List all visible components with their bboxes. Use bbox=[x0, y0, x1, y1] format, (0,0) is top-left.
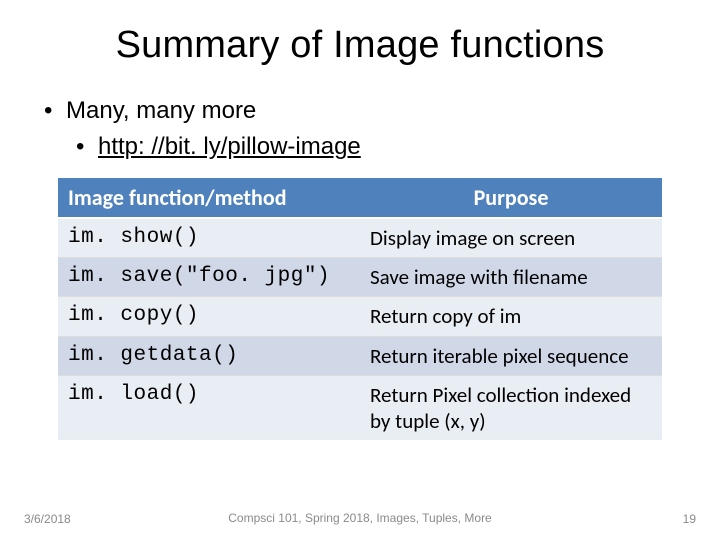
bullet-text: Many, many more bbox=[66, 97, 256, 124]
table-row: im. copy() Return copy of im bbox=[58, 297, 662, 336]
footer: 3/6/2018 Compsci 101, Spring 2018, Image… bbox=[0, 512, 720, 526]
table-header-row: Image function/method Purpose bbox=[58, 178, 662, 218]
cell-fn: im. show() bbox=[58, 218, 360, 258]
functions-table: Image function/method Purpose im. show()… bbox=[58, 178, 662, 441]
table-row: im. getdata() Return iterable pixel sequ… bbox=[58, 336, 662, 375]
cell-purpose: Return Pixel collection indexed by tuple… bbox=[360, 375, 662, 440]
cell-fn: im. load() bbox=[58, 375, 360, 440]
footer-date: 3/6/2018 bbox=[24, 512, 71, 526]
table-row: im. load() Return Pixel collection index… bbox=[58, 375, 662, 440]
footer-center: Compsci 101, Spring 2018, Images, Tuples… bbox=[0, 511, 720, 526]
cell-fn: im. getdata() bbox=[58, 336, 360, 375]
th-function: Image function/method bbox=[58, 178, 360, 218]
bullet-level2: http: //bit. ly/pillow-image bbox=[76, 131, 682, 163]
bullet-list: Many, many more http: //bit. ly/pillow-i… bbox=[44, 95, 682, 164]
cell-fn: im. copy() bbox=[58, 297, 360, 336]
link-pillow-image[interactable]: http: //bit. ly/pillow-image bbox=[98, 133, 361, 160]
page-title: Summary of Image functions bbox=[38, 24, 682, 67]
cell-purpose: Save image with filename bbox=[360, 258, 662, 297]
functions-table-wrap: Image function/method Purpose im. show()… bbox=[58, 178, 662, 441]
bullet-level1: Many, many more bbox=[44, 95, 682, 127]
cell-purpose: Return copy of im bbox=[360, 297, 662, 336]
cell-purpose: Display image on screen bbox=[360, 218, 662, 258]
slide: Summary of Image functions Many, many mo… bbox=[0, 0, 720, 540]
table-row: im. save("foo. jpg") Save image with fil… bbox=[58, 258, 662, 297]
th-purpose: Purpose bbox=[360, 178, 662, 218]
footer-page: 19 bbox=[683, 512, 696, 526]
cell-fn: im. save("foo. jpg") bbox=[58, 258, 360, 297]
table-row: im. show() Display image on screen bbox=[58, 218, 662, 258]
cell-purpose: Return iterable pixel sequence bbox=[360, 336, 662, 375]
